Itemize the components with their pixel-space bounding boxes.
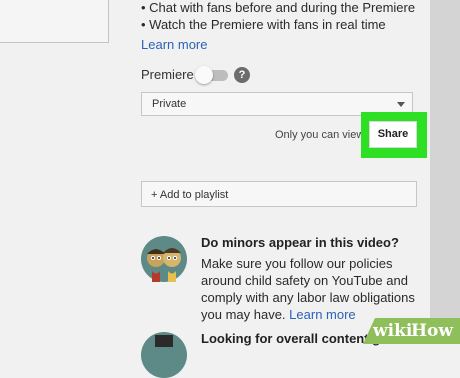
watermark-wiki-text: wiki <box>373 321 413 341</box>
premiere-benefit-watch: • Watch the Premiere with fans in real t… <box>141 17 386 32</box>
minors-text-line-3: comply with any labor law obligations <box>201 290 415 305</box>
add-to-playlist-label: + Add to playlist <box>151 189 229 201</box>
add-to-playlist-button[interactable]: + Add to playlist <box>141 181 417 207</box>
help-icon[interactable]: ? <box>234 67 250 83</box>
children-illustration-icon <box>141 236 187 282</box>
visibility-selected-value: Private <box>152 98 187 110</box>
minors-text-line-4: you may have. Learn more <box>201 307 356 322</box>
minors-text-line-1: Make sure you follow our policies <box>201 256 393 271</box>
premiere-learn-more-link[interactable]: Learn more <box>141 37 207 52</box>
page-side-strip <box>430 0 460 344</box>
video-preview-panel <box>0 0 109 43</box>
minors-text-line-4-text: you may have. <box>201 307 286 322</box>
premiere-toggle-knob[interactable] <box>195 66 213 84</box>
premiere-benefit-chat: • Chat with fans before and during the P… <box>141 0 416 15</box>
minors-title: Do minors appear in this video? <box>201 235 399 250</box>
visibility-caption: Only you can view <box>275 129 365 141</box>
chevron-down-icon <box>397 102 405 107</box>
watermark-how-text: How <box>411 321 454 341</box>
upload-settings-panel: • Chat with fans before and during the P… <box>0 0 460 378</box>
premiere-label: Premiere <box>141 67 194 82</box>
content-guidance-illustration-icon <box>141 332 187 378</box>
share-button[interactable]: Share <box>369 121 417 148</box>
minors-learn-more-link[interactable]: Learn more <box>289 307 355 322</box>
minors-text-line-2: around child safety on YouTube and <box>201 273 408 288</box>
